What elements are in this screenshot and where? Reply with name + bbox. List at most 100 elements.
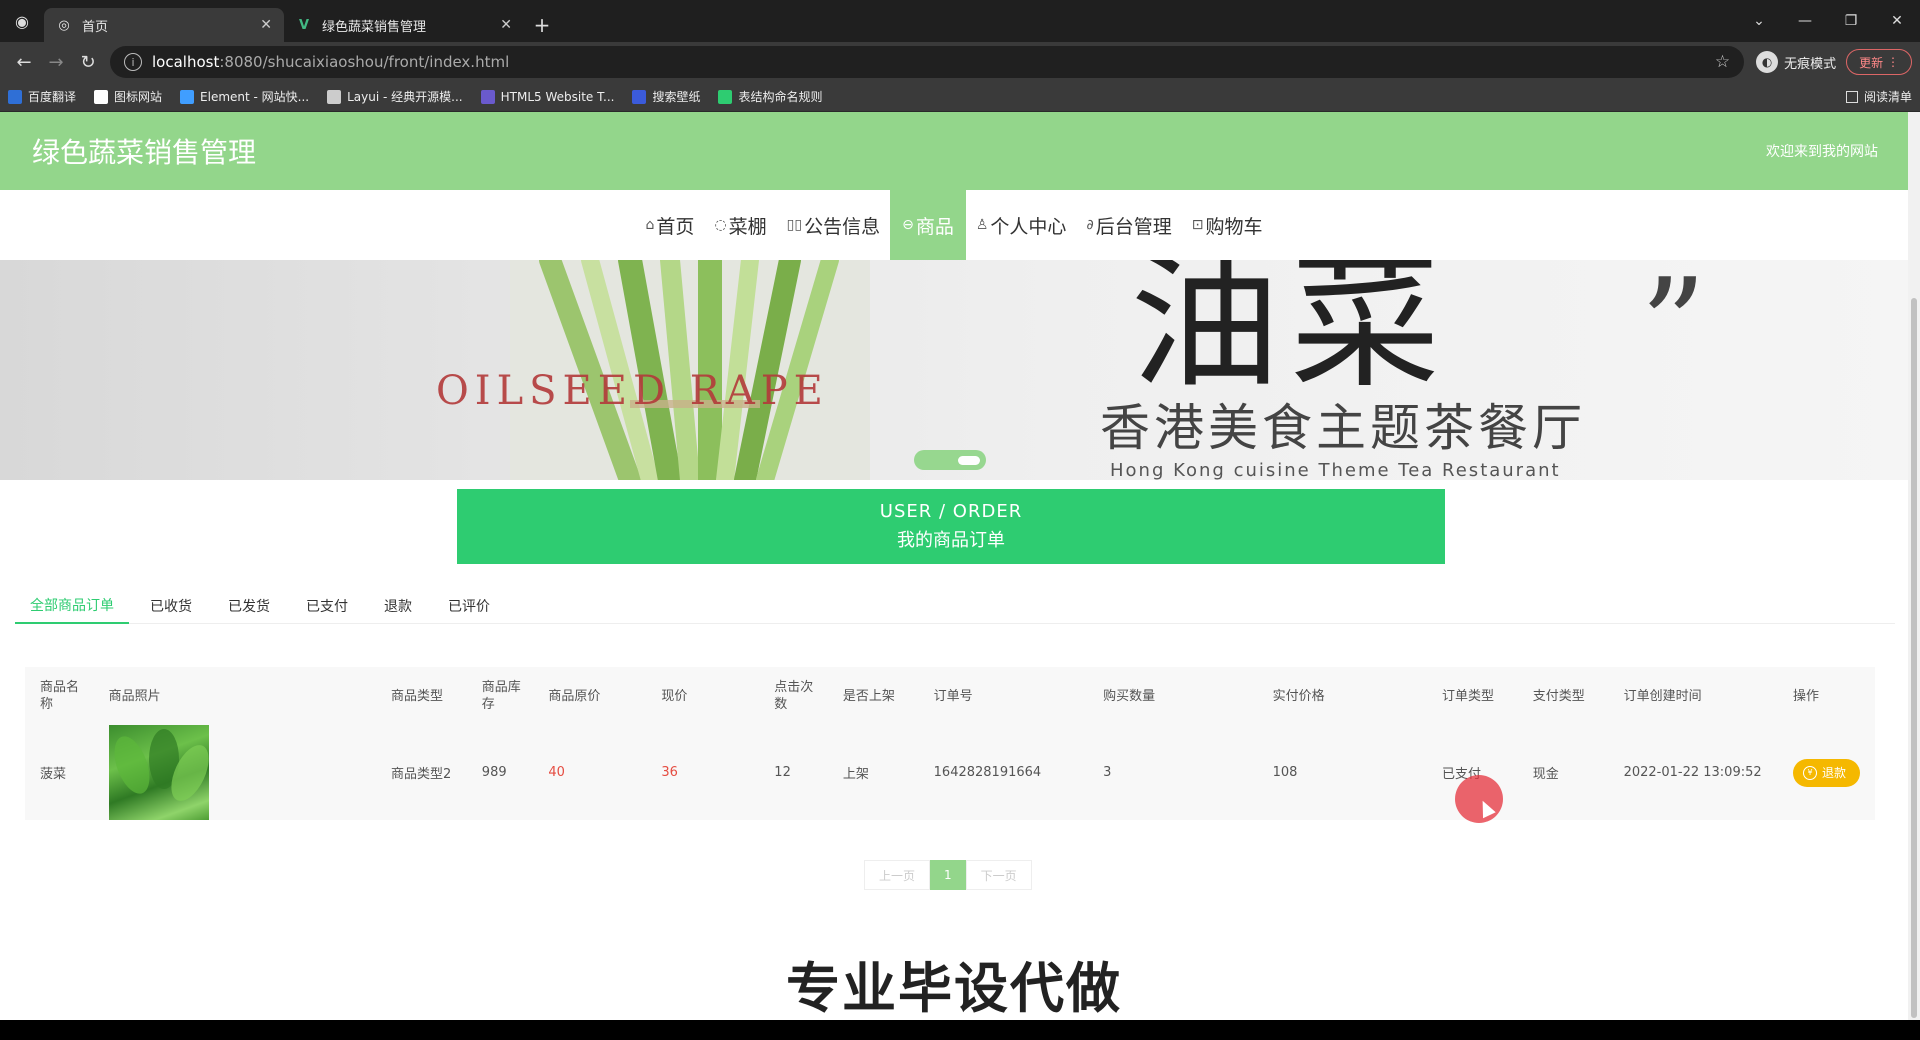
update-label: 更新: [1859, 55, 1884, 70]
url-input[interactable]: i localhost:8080/shucaixiaoshou/front/in…: [110, 46, 1745, 78]
page-number-button[interactable]: 1: [930, 860, 966, 890]
cell-created: 2022-01-22 13:09:52: [1623, 765, 1762, 780]
cell-clicks: 12: [774, 765, 791, 780]
palette-icon: ◌: [714, 217, 727, 233]
globe-icon: ◎: [58, 17, 70, 33]
nav-item-notices[interactable]: ▯▯ 公告信息: [777, 190, 890, 260]
layui-icon: [327, 89, 342, 104]
nav-item-greenhouse[interactable]: ◌ 菜棚: [704, 190, 776, 260]
carousel-dot[interactable]: [958, 455, 980, 465]
column-header: 现价: [661, 688, 688, 704]
column-header: 订单类型: [1442, 688, 1495, 704]
page-scrollbar[interactable]: [1908, 112, 1920, 1020]
close-icon[interactable]: ✕: [260, 17, 272, 33]
hero-carousel[interactable]: OILSEED RAPE 油菜 ” 香港美食主题茶餐厅 Hong Kong cu…: [0, 260, 1908, 480]
bookmark-item[interactable]: HTML5 Website T...: [480, 89, 614, 104]
cell-action: ¥ 退款: [1778, 725, 1875, 820]
reading-list-button[interactable]: 阅读清单: [1845, 88, 1912, 105]
table-header-row: 商品名称 商品照片 商品类型 商品库存 商品原价 现价 点击次数 是否上架 订单…: [25, 667, 1875, 725]
cell-qty: 3: [1103, 765, 1112, 780]
cell-price: 36: [661, 765, 678, 780]
site-title: 绿色蔬菜销售管理: [32, 136, 257, 169]
bookmark-item[interactable]: 表结构命名规则: [718, 88, 822, 105]
window-close-icon[interactable]: ✕: [1874, 13, 1920, 29]
bookmark-item[interactable]: Element - 网站快...: [180, 88, 309, 105]
new-tab-button[interactable]: +: [524, 8, 560, 42]
tab-reviewed[interactable]: 已评价: [433, 588, 505, 624]
prev-page-button[interactable]: 上一页: [864, 860, 931, 890]
reading-list-icon: [1845, 90, 1858, 103]
order-header-cn: 我的商品订单: [897, 530, 1005, 551]
banner-oilseed-text: OILSEED RAPE: [436, 368, 829, 414]
html5-icon: [480, 89, 495, 104]
scrollbar-thumb[interactable]: [1911, 298, 1917, 1018]
tab-shipped[interactable]: 已发货: [213, 588, 285, 624]
tab-all-orders[interactable]: 全部商品订单: [15, 588, 129, 624]
incognito-label: 无痕模式: [1784, 56, 1837, 72]
video-watermark: 专业毕设代做: [786, 957, 1122, 1020]
flag-icon: [94, 89, 109, 104]
table-row: 菠菜 商品类型2 989 40 36 12 上架 1642828191664 3…: [25, 725, 1875, 820]
order-section-header: USER / ORDER 我的商品订单: [457, 489, 1445, 564]
browser-tab-admin[interactable]: V 绿色蔬菜销售管理 ✕: [284, 8, 524, 42]
column-header: 商品照片: [108, 688, 161, 704]
wallpaper-icon: [632, 89, 647, 104]
column-header: 购买数量: [1103, 688, 1156, 704]
refund-button[interactable]: ¥ 退款: [1793, 758, 1861, 787]
tab-paid[interactable]: 已支付: [291, 588, 363, 624]
window-controls: ⌄ — ❐ ✕: [1736, 0, 1920, 42]
info-icon[interactable]: i: [124, 53, 142, 71]
element-icon: [180, 89, 195, 104]
cell-paid: 108: [1272, 765, 1298, 780]
back-icon[interactable]: ←: [8, 46, 40, 78]
update-button[interactable]: 更新 ⋮: [1846, 49, 1912, 75]
reload-icon[interactable]: ↻: [72, 46, 104, 78]
column-header: 是否上架: [842, 688, 895, 704]
bookmark-star-icon[interactable]: ☆: [1715, 52, 1730, 72]
column-header: 支付类型: [1532, 688, 1585, 704]
nav-item-admin[interactable]: ∂ 后台管理: [1076, 190, 1181, 260]
bookmark-item[interactable]: 百度翻译: [8, 88, 76, 105]
tab-received[interactable]: 已收货: [135, 588, 207, 624]
cell-name: 菠菜: [40, 767, 67, 782]
order-header-en: USER / ORDER: [879, 501, 1023, 522]
nav-item-home[interactable]: ⌂ 首页: [636, 190, 705, 260]
translate-icon: [8, 89, 22, 104]
banner-restaurant-text: 香港美食主题茶餐厅: [1100, 399, 1586, 457]
bookmarks-bar: 百度翻译 图标网站 Element - 网站快... Layui - 经典开源模…: [0, 82, 1920, 112]
url-host: localhost: [152, 53, 220, 71]
bookmark-item[interactable]: 图标网站: [94, 88, 162, 105]
pagination: 上一页 1 下一页: [864, 860, 1032, 890]
nav-item-cart[interactable]: ⊡ 购物车: [1182, 190, 1273, 260]
tab-search-icon[interactable]: ⌄: [1736, 13, 1782, 29]
address-bar: ← → ↻ i localhost:8080/shucaixiaoshou/fr…: [0, 42, 1920, 82]
cell-pay-type: 现金: [1532, 767, 1559, 782]
cursor-highlight: [1455, 775, 1503, 823]
product-photo[interactable]: [108, 725, 209, 820]
forward-icon[interactable]: →: [40, 46, 72, 78]
cart-icon: ⊡: [1191, 217, 1204, 233]
carousel-indicator[interactable]: [914, 450, 986, 470]
column-header: 订单创建时间: [1623, 688, 1702, 704]
cell-order-no: 1642828191664: [933, 765, 1042, 780]
bookmark-item[interactable]: Layui - 经典开源模...: [327, 88, 463, 105]
nav-item-goods[interactable]: ⊖ 商品: [890, 190, 966, 260]
bookmark-item[interactable]: 搜索壁纸: [632, 88, 700, 105]
welcome-text: 欢迎来到我的网站: [1766, 144, 1878, 160]
nav-item-profile[interactable]: ♙ 个人中心: [966, 190, 1077, 260]
minimize-icon[interactable]: —: [1782, 13, 1828, 29]
tab-refund[interactable]: 退款: [369, 588, 427, 624]
browser-tab-home[interactable]: ◎ 首页 ✕: [44, 8, 284, 42]
cell-orig-price: 40: [548, 765, 565, 780]
column-header: 订单号: [933, 688, 973, 704]
goods-icon: ⊖: [902, 217, 914, 233]
cell-listed: 上架: [842, 767, 869, 782]
site-header: 绿色蔬菜销售管理 欢迎来到我的网站: [0, 112, 1908, 190]
next-page-button[interactable]: 下一页: [965, 860, 1032, 890]
browser-menu-icon[interactable]: ◉: [0, 0, 44, 42]
incognito-indicator[interactable]: ◐ 无痕模式: [1756, 51, 1836, 73]
column-header: 商品原价: [548, 688, 601, 704]
close-icon[interactable]: ✕: [500, 17, 512, 33]
restore-icon[interactable]: ❐: [1828, 13, 1874, 29]
link-icon: ∂: [1086, 217, 1094, 233]
